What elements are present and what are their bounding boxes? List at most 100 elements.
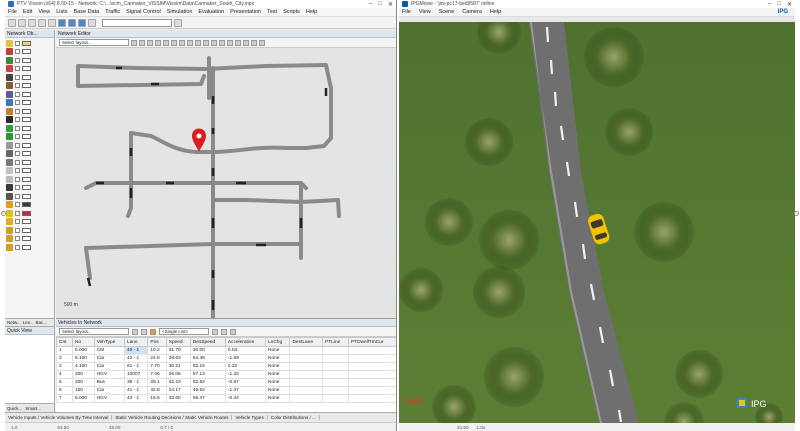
ipg-menu-file[interactable]: File	[402, 9, 411, 15]
menu-traffic[interactable]: Traffic	[105, 9, 120, 15]
tab-vehicle-inputs[interactable]: Vehicle Inputs / Vehicle Volumes By Time…	[5, 415, 113, 420]
table-row[interactable]: 7 5.000 HGV 43 - 1 16.5 33.60 55.47 -0.44 None	[56, 394, 396, 403]
list-item[interactable]	[6, 218, 53, 227]
tab-levels[interactable]: Lev...	[23, 320, 34, 325]
network-map[interactable]: 500 m	[56, 48, 396, 318]
table-row[interactable]: 2 6.100 Car 42 - 1 24.8 28.63 54.39 -1.69 None	[56, 354, 396, 363]
maximize-icon[interactable]: □	[378, 1, 382, 8]
tab-routing-decisions[interactable]: Static Vehicle Routing Decisions / Stati…	[112, 415, 233, 420]
new-file-icon[interactable]	[8, 18, 16, 27]
sync-list-icon[interactable]	[150, 328, 156, 335]
col-ptline[interactable]: PTLine	[322, 337, 349, 347]
close-icon[interactable]: ✕	[388, 1, 393, 8]
open-file-icon[interactable]	[18, 18, 26, 27]
table-row[interactable]: 5 200 Bus 38 - 1 29.1 42.23 52.82 -0.87 None	[56, 378, 396, 387]
list-item[interactable]	[6, 175, 53, 184]
back-icon[interactable]	[171, 39, 177, 46]
menu-presentation[interactable]: Presentation	[230, 9, 261, 15]
table-row[interactable]: 6 100 Car 41 - 1 42.8 24.17 49.52 -1.47 None	[56, 386, 396, 395]
toolbar-dropdown[interactable]	[102, 18, 172, 27]
ipg-menu-help[interactable]: Help	[490, 9, 501, 15]
redo-icon[interactable]	[48, 18, 56, 27]
vehicles-layout-select[interactable]: Select layout...	[59, 328, 129, 335]
search-icon[interactable]	[251, 39, 257, 46]
list-item[interactable]	[6, 39, 53, 48]
zoom-out-icon[interactable]	[147, 39, 153, 46]
col-acceleration[interactable]: Acceleration	[224, 337, 267, 347]
save-icon[interactable]	[28, 18, 36, 27]
export-icon[interactable]	[259, 39, 265, 46]
menu-lists[interactable]: Lists	[56, 9, 67, 15]
col-vehtype[interactable]: VehType	[93, 337, 125, 347]
menu-file[interactable]: File	[8, 9, 17, 15]
table-row[interactable]: 4 200 HGV 10007 7.06 26.06 57.13 -1.22 None	[56, 370, 396, 379]
list-item[interactable]	[6, 73, 53, 82]
list-item[interactable]	[6, 235, 53, 244]
edit-icon[interactable]	[131, 39, 137, 46]
measure-icon[interactable]	[243, 39, 249, 46]
maximize-icon[interactable]: □	[777, 1, 781, 8]
list-item[interactable]	[6, 184, 53, 193]
menu-edit[interactable]: Edit	[23, 9, 32, 15]
list-item[interactable]	[6, 90, 53, 99]
sort-icon[interactable]	[141, 328, 147, 335]
tab-vehicle-types[interactable]: Vehicle Types	[232, 415, 268, 420]
step-icon[interactable]	[68, 18, 76, 27]
list-item[interactable]	[6, 99, 53, 108]
filter-icon[interactable]	[230, 328, 236, 335]
grid-icon[interactable]	[227, 39, 233, 46]
list-item[interactable]	[6, 167, 53, 176]
ipg-menu-view[interactable]: View	[419, 9, 431, 15]
left-resize-handle[interactable]	[1, 211, 6, 216]
3d-icon[interactable]	[195, 39, 201, 46]
zoom-in-icon[interactable]	[139, 39, 145, 46]
menu-view[interactable]: View	[38, 9, 50, 15]
col-lnchg[interactable]: LnChg	[264, 337, 291, 347]
zoom-icon[interactable]	[88, 18, 96, 27]
tab-quick-view[interactable]: Quick...	[7, 406, 22, 411]
col-cnt[interactable]: Cnt	[56, 337, 73, 347]
list-icon[interactable]	[132, 328, 138, 335]
rotate-icon[interactable]	[187, 39, 193, 46]
menu-test[interactable]: Test	[267, 9, 277, 15]
tab-network-objects[interactable]: Netw...	[7, 320, 21, 325]
list-item[interactable]	[6, 226, 53, 235]
ipg-menu-camera[interactable]: Camera	[462, 9, 482, 15]
pan-icon[interactable]	[163, 39, 169, 46]
list-item[interactable]	[6, 65, 53, 74]
list-item[interactable]	[6, 82, 53, 91]
ipg-3d-scene[interactable]: NaN IPG	[399, 22, 795, 423]
list-item[interactable]	[6, 192, 53, 201]
camera-icon[interactable]	[203, 39, 209, 46]
list-item[interactable]	[6, 201, 53, 210]
sync-icon[interactable]	[235, 39, 241, 46]
col-pos[interactable]: Pos	[147, 337, 167, 347]
list-item[interactable]	[6, 133, 53, 142]
single-list-select[interactable]: <Single List>	[159, 328, 209, 335]
zoom-fit-icon[interactable]	[155, 39, 161, 46]
ipg-menu-scene[interactable]: Scene	[439, 9, 455, 15]
list-item[interactable]	[6, 209, 53, 218]
settings-icon[interactable]	[174, 18, 182, 27]
col-destlane[interactable]: DestLane	[289, 337, 324, 347]
stop-icon[interactable]	[78, 18, 86, 27]
list-item[interactable]	[6, 243, 53, 252]
col-lane[interactable]: Lane	[123, 337, 149, 347]
save-list-icon[interactable]	[221, 328, 227, 335]
menu-base-data[interactable]: Base Data	[74, 9, 100, 15]
list-item[interactable]	[6, 124, 53, 133]
select-icon[interactable]	[211, 39, 217, 46]
layout-select[interactable]: Select layout...	[59, 39, 129, 46]
col-ptdwelltmcur[interactable]: PTDwellTmCur	[347, 337, 396, 347]
tab-color-distributions[interactable]: Color Distributions / ...	[268, 415, 320, 420]
table-row[interactable]: 1 5.000 CM 40 - 1 10.2 31.70 30.00 0.03 None	[56, 346, 396, 355]
table-row[interactable]: 3 4.100 Car 81 - 1 7.70 36.21 52.15 2.32 None	[56, 362, 396, 371]
close-icon[interactable]: ✕	[787, 1, 792, 8]
forward-icon[interactable]	[179, 39, 185, 46]
menu-simulation[interactable]: Simulation	[167, 9, 193, 15]
columns-icon[interactable]	[212, 328, 218, 335]
menu-scripts[interactable]: Scripts	[283, 9, 300, 15]
right-resize-handle[interactable]	[794, 211, 799, 216]
undo-icon[interactable]	[38, 18, 46, 27]
tab-backgrounds[interactable]: Bac...	[35, 320, 47, 325]
